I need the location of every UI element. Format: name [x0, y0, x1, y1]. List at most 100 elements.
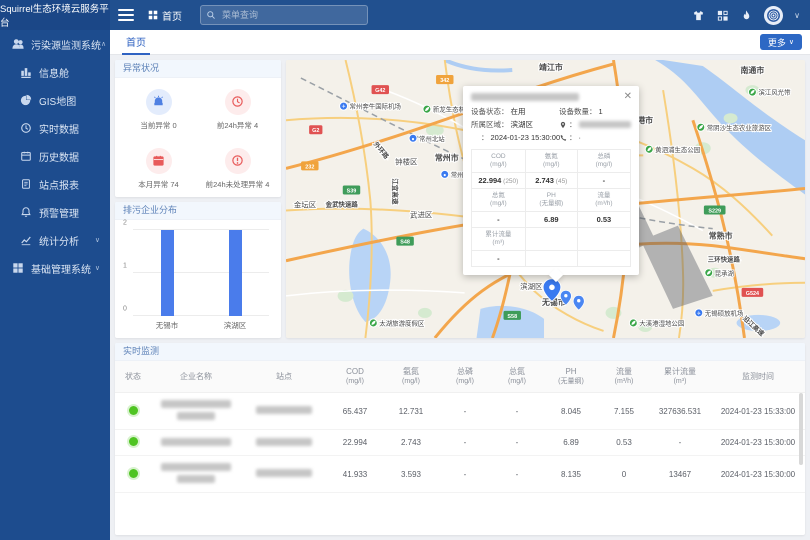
- svg-text:无锡硕放机场: 无锡硕放机场: [705, 308, 744, 317]
- warning-icon: [225, 148, 251, 174]
- road-shield: G2: [309, 125, 322, 134]
- sidebar-item-history[interactable]: 历史数据: [0, 142, 110, 170]
- table-cell: 8.045: [543, 393, 599, 430]
- table-cell: 0: [599, 456, 649, 493]
- column-header: 状态: [115, 361, 151, 393]
- svg-text:●: ●: [443, 172, 446, 178]
- sidebar-item-system[interactable]: 基础管理系统∨: [0, 254, 110, 282]
- sidebar-item-dashboard[interactable]: 信息舱: [0, 58, 110, 86]
- road-shield: G42: [372, 85, 389, 94]
- layout-icon[interactable]: [716, 9, 729, 22]
- theme-shirt-icon[interactable]: [692, 9, 705, 22]
- popup-field-location: ：: [559, 119, 631, 130]
- column-header: 企业名称: [151, 361, 241, 393]
- status-dot-online: [129, 469, 138, 478]
- map-poi-park[interactable]: 昆承湖: [705, 268, 734, 277]
- table-cell: -: [439, 430, 491, 456]
- user-avatar[interactable]: [764, 6, 783, 25]
- chart-gridline: [133, 229, 269, 230]
- abnormal-stat-2[interactable]: 本月异常 74: [119, 139, 198, 197]
- redacted-enterprise-name: [177, 412, 215, 420]
- table-row[interactable]: 22.9942.743--6.890.53-2024-01-23 15:30:0…: [115, 430, 805, 456]
- popup-close-icon[interactable]: ✕: [624, 92, 632, 102]
- more-label: 更多: [768, 36, 786, 49]
- chart-gridline: [133, 315, 269, 316]
- tab-home[interactable]: 首页: [122, 29, 150, 55]
- sidebar-item-stats[interactable]: 统计分析∨: [0, 226, 110, 254]
- map-label: 南通市: [740, 65, 764, 75]
- search-input[interactable]: [220, 9, 344, 21]
- stat-label: 本月异常 74: [138, 179, 178, 190]
- sidebar-item-report[interactable]: 站点报表: [0, 170, 110, 198]
- table-row[interactable]: 65.43712.731--8.0457.155327636.5312024-0…: [115, 393, 805, 430]
- column-header: COD(mg/l): [327, 361, 383, 393]
- map-poi-park[interactable]: 滨江风光带: [748, 88, 791, 97]
- redacted-enterprise-name: [177, 475, 215, 483]
- popup-field-设备数量: 设备数量：1: [559, 106, 631, 117]
- redacted-station-name: [256, 469, 312, 477]
- caret-down-icon: ∨: [95, 236, 100, 244]
- table-cell: 6.89: [543, 430, 599, 456]
- table-scrollbar[interactable]: [799, 393, 803, 465]
- abnormal-stat-1[interactable]: 前24h异常 4: [198, 80, 277, 139]
- map-label: 武进区: [410, 210, 433, 220]
- redacted-enterprise-name: [161, 463, 231, 471]
- column-header: 累计流量(m³): [649, 361, 711, 393]
- sidebar-item-label: 预警管理: [39, 205, 79, 220]
- popup-field-所属区域: 所属区域：滨湖区: [471, 119, 559, 130]
- map-label: 滨湖区: [520, 281, 543, 291]
- sidebar-item-alert[interactable]: 预警管理: [0, 198, 110, 226]
- map-label: 金坛区: [294, 199, 317, 209]
- sidebar-item-label: 实时数据: [39, 121, 79, 136]
- caret-up-icon: ∧: [101, 40, 106, 48]
- map[interactable]: G42G2342G346232S39S48S19G40S229S58G524 ✈…: [286, 60, 805, 338]
- table-cell: -: [439, 393, 491, 430]
- chart-bar-滨湖区: [229, 230, 242, 316]
- table-cell: 7.155: [599, 393, 649, 430]
- road-shield: G524: [742, 288, 764, 297]
- map-label: 三环快速路: [708, 255, 741, 264]
- flame-icon[interactable]: [740, 9, 753, 22]
- svg-text:黄泗浦生态公园: 黄泗浦生态公园: [655, 145, 700, 154]
- abnormal-stat-0[interactable]: 当前异常 0: [119, 80, 198, 139]
- map-poi-park[interactable]: 常阴沙生态农业旅游区: [697, 123, 772, 132]
- more-button[interactable]: 更多 ∨: [760, 34, 802, 50]
- svg-text:✈: ✈: [341, 104, 345, 110]
- map-poi-airport[interactable]: ✈常州奔牛国际机场: [340, 102, 402, 111]
- chart-bar-无锡市: [161, 230, 174, 316]
- sidebar-item-users[interactable]: 污染源监测系统∧: [0, 30, 110, 58]
- map-poi-park[interactable]: 新龙生态林: [423, 105, 466, 114]
- table-cell: -: [439, 456, 491, 493]
- table-cell: -: [649, 430, 711, 456]
- app-logo: Squirrel生态环境云服务平台: [0, 0, 110, 30]
- grid-icon: [148, 10, 158, 20]
- sidebar-item-clock[interactable]: 实时数据: [0, 114, 110, 142]
- table-row[interactable]: 41.9333.593--8.1350134672024-01-23 15:30…: [115, 456, 805, 493]
- chart-ytick: 0: [123, 306, 127, 313]
- more-caret-down-icon: ∨: [789, 38, 794, 46]
- abnormal-status-card: 异常状况 当前异常 0前24h异常 4本月异常 74前24h未处理异常 4: [115, 60, 281, 197]
- siren-icon: [146, 89, 172, 115]
- abnormal-stat-3[interactable]: 前24h未处理异常 4: [198, 139, 277, 197]
- menu-search[interactable]: [200, 5, 368, 25]
- map-label: 常熟市: [709, 231, 733, 241]
- user-caret-down-icon[interactable]: ∨: [794, 11, 800, 20]
- table-cell: -: [491, 393, 543, 430]
- road-shield: S39: [343, 185, 360, 194]
- svg-text:滨江风光带: 滨江风光带: [758, 88, 791, 97]
- status-dot-online: [129, 437, 138, 446]
- svg-text:S39: S39: [347, 188, 357, 194]
- sidebar-item-pie[interactable]: GIS地图: [0, 86, 110, 114]
- table-cell: -: [491, 456, 543, 493]
- table-cell: 41.933: [327, 456, 383, 493]
- road-shield: S48: [396, 237, 413, 246]
- svg-text:大溪港湿地公园: 大溪港湿地公园: [639, 318, 684, 327]
- column-header: 流量(m³/h): [599, 361, 649, 393]
- breadcrumb[interactable]: 首页: [148, 8, 182, 23]
- hamburger-menu-icon[interactable]: [118, 6, 134, 24]
- redacted-value: [579, 121, 632, 128]
- road-shield: S58: [504, 311, 521, 320]
- tab-bar: 首页 更多 ∨: [110, 30, 810, 55]
- map-poi-station[interactable]: ●常州北站: [409, 134, 445, 143]
- stat-label: 前24h异常 4: [217, 120, 258, 131]
